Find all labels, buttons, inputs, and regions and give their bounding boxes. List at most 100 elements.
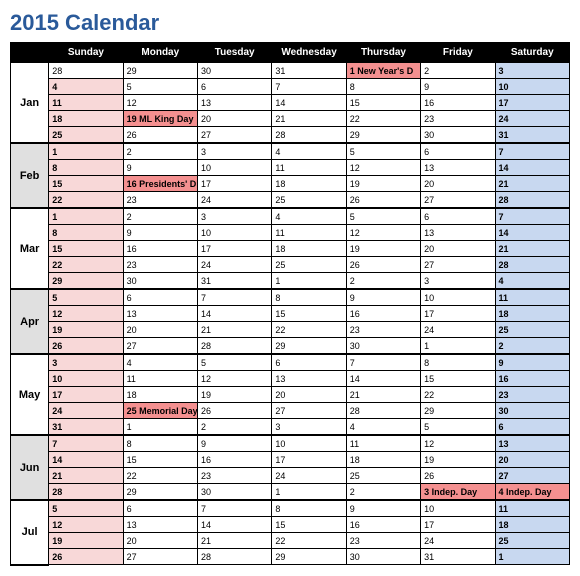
month-label: Feb <box>11 143 49 208</box>
day-cell: 24 <box>272 468 346 484</box>
day-cell: 19 <box>421 452 495 468</box>
day-cell: 20 <box>495 452 569 468</box>
day-cell: 7 <box>346 354 420 371</box>
day-cell: 2 <box>346 484 420 501</box>
page-title: 2015 Calendar <box>10 10 570 36</box>
week-row: Mar1234567 <box>11 208 570 225</box>
day-cell: 27 <box>272 403 346 419</box>
day-cell: 3 <box>421 273 495 290</box>
week-row: 1819 ML King Day2021222324 <box>11 111 570 127</box>
day-cell: 2 <box>495 338 569 355</box>
day-cell: 26 <box>421 468 495 484</box>
day-cell: 21 <box>495 176 569 192</box>
day-cell: 12 <box>421 435 495 452</box>
day-cell: 20 <box>123 322 197 338</box>
day-cell: 17 <box>421 517 495 533</box>
day-cell: 6 <box>421 143 495 160</box>
day-cell: 15 <box>49 241 123 257</box>
week-row: 19202122232425 <box>11 322 570 338</box>
day-cell: 20 <box>123 533 197 549</box>
day-cell: 22 <box>272 533 346 549</box>
day-cell: 27 <box>123 549 197 565</box>
day-cell: 11 <box>495 500 569 517</box>
day-cell: 26 <box>346 192 420 209</box>
day-cell: 13 <box>123 306 197 322</box>
day-cell: 29 <box>123 484 197 501</box>
day-cell: 11 <box>346 435 420 452</box>
day-cell: 29 <box>49 273 123 290</box>
day-cell: 31 <box>49 419 123 436</box>
day-cell: 3 <box>197 208 271 225</box>
day-cell: 24 <box>421 533 495 549</box>
day-cell: 22 <box>123 468 197 484</box>
day-cell: 21 <box>197 533 271 549</box>
day-cell: 27 <box>421 257 495 273</box>
day-cell: 18 <box>272 176 346 192</box>
day-cell: 5 <box>49 500 123 517</box>
month-label: Mar <box>11 208 49 289</box>
day-cell: 7 <box>495 143 569 160</box>
day-cell: 16 <box>123 241 197 257</box>
day-cell: 6 <box>272 354 346 371</box>
day-cell: 15 <box>346 95 420 111</box>
day-cell: 24 <box>197 257 271 273</box>
day-cell: 17 <box>197 176 271 192</box>
day-cell: 31 <box>495 127 569 144</box>
day-cell: 28 <box>49 484 123 501</box>
day-cell: 14 <box>197 306 271 322</box>
day-cell: 5 <box>421 419 495 436</box>
day-cell: 13 <box>197 95 271 111</box>
day-cell: 1 <box>421 338 495 355</box>
day-cell: 23 <box>197 468 271 484</box>
day-cell: 14 <box>346 371 420 387</box>
month-label: Jul <box>11 500 49 565</box>
header-row: Sunday Monday Tuesday Wednesday Thursday… <box>11 43 570 63</box>
day-cell: 1 <box>495 549 569 565</box>
day-cell: 8 <box>421 354 495 371</box>
day-cell: 14 <box>49 452 123 468</box>
day-cell: 1 <box>49 143 123 160</box>
day-cell: 12 <box>197 371 271 387</box>
day-cell: 2 <box>197 419 271 436</box>
day-cell: 10 <box>197 225 271 241</box>
day-cell: 7 <box>197 289 271 306</box>
day-cell: 20 <box>421 241 495 257</box>
day-cell: 13 <box>495 435 569 452</box>
day-cell: 4 Indep. Day <box>495 484 569 501</box>
day-cell: 25 <box>495 533 569 549</box>
day-cell: 30 <box>197 62 271 79</box>
day-cell: 21 <box>495 241 569 257</box>
day-cell: 6 <box>197 79 271 95</box>
week-row: 19202122232425 <box>11 533 570 549</box>
day-cell: 3 <box>49 354 123 371</box>
day-cell: 15 <box>49 176 123 192</box>
day-cell: 29 <box>123 62 197 79</box>
day-cell: 8 <box>272 500 346 517</box>
day-cell: 9 <box>346 500 420 517</box>
day-cell: 1 <box>49 208 123 225</box>
day-cell: 21 <box>346 387 420 403</box>
day-cell: 22 <box>346 111 420 127</box>
day-cell: 5 <box>49 289 123 306</box>
day-cell: 9 <box>123 225 197 241</box>
week-row: 10111213141516 <box>11 371 570 387</box>
day-cell: 27 <box>123 338 197 355</box>
week-row: 2930311234 <box>11 273 570 290</box>
day-cell: 27 <box>197 127 271 144</box>
day-cell: 17 <box>495 95 569 111</box>
day-cell: 1 <box>272 484 346 501</box>
day-cell: 25 <box>495 322 569 338</box>
day-cell: 2 <box>421 62 495 79</box>
month-label: Apr <box>11 289 49 354</box>
day-cell: 16 <box>346 306 420 322</box>
day-cell: 12 <box>123 95 197 111</box>
day-cell: 6 <box>421 208 495 225</box>
header-tuesday: Tuesday <box>197 43 271 63</box>
week-row: Jan282930311 New Year's D23 <box>11 62 570 79</box>
header-sunday: Sunday <box>49 43 123 63</box>
week-row: 12131415161718 <box>11 517 570 533</box>
day-cell: 10 <box>421 500 495 517</box>
day-cell: 9 <box>495 354 569 371</box>
day-cell: 9 <box>197 435 271 452</box>
day-cell: 14 <box>495 225 569 241</box>
